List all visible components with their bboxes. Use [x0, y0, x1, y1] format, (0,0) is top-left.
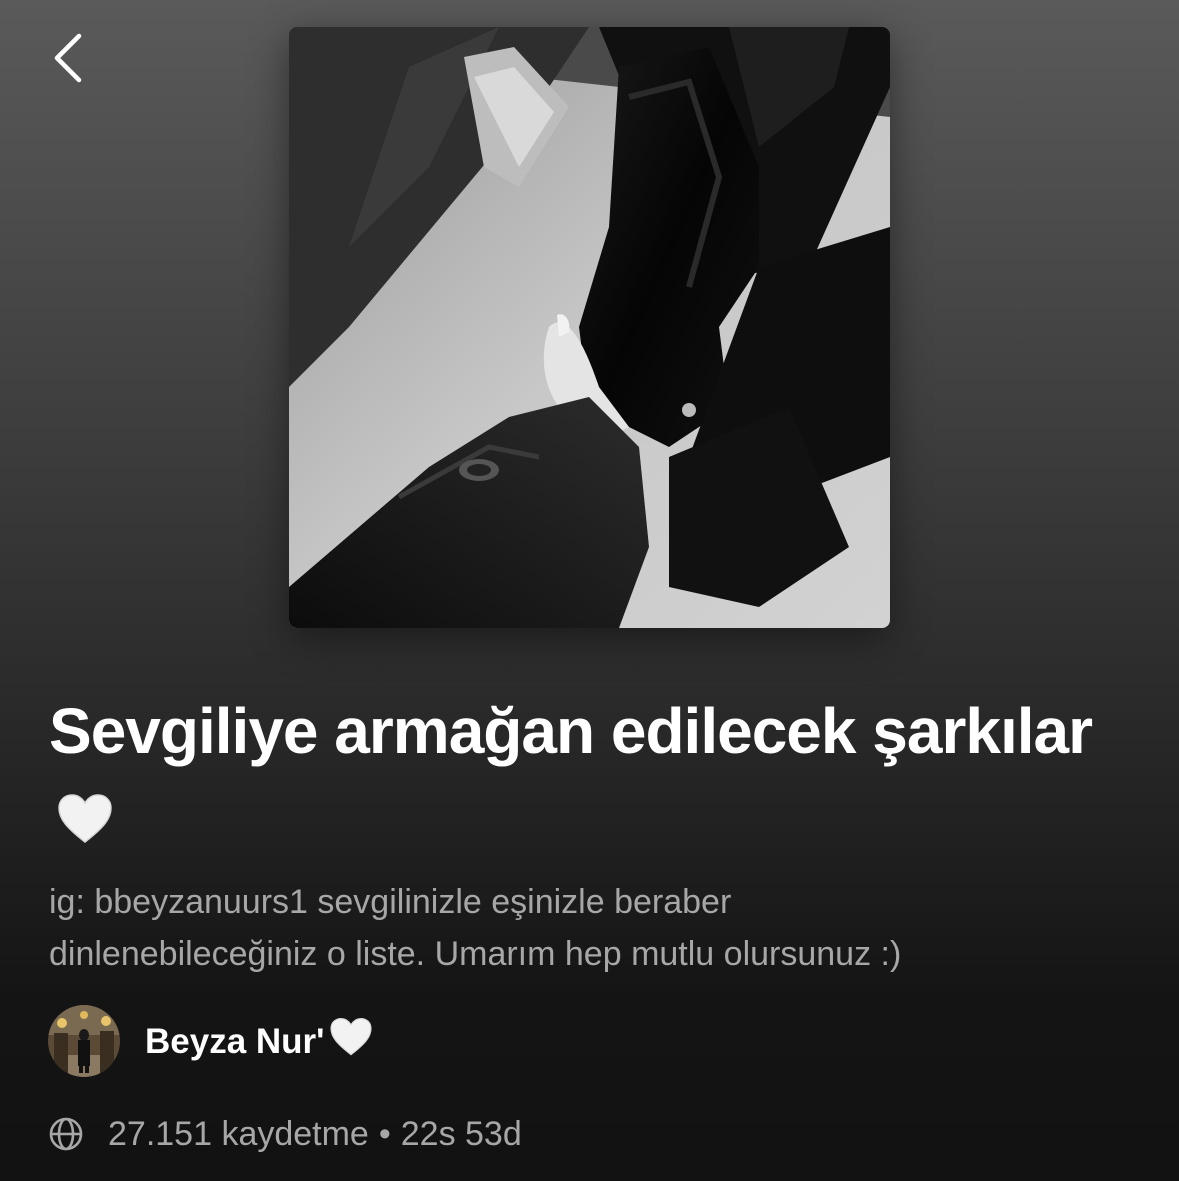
- playlist-cover-image: [289, 27, 890, 628]
- description-line-2: dinlenebileceğiniz o liste. Umarım hep m…: [49, 935, 902, 973]
- globe-icon: [48, 1116, 84, 1152]
- meta-separator: •: [378, 1114, 391, 1153]
- owner-heart-emoji: 🤍: [329, 1017, 373, 1066]
- playlist-title-text: Sevgiliye armağan edilecek şarkılar: [49, 695, 1093, 767]
- avatar: [48, 1005, 120, 1077]
- playlist-description: ig: bbeyzanuurs1 sevgilinizle eşinizle b…: [49, 876, 1109, 980]
- back-button[interactable]: [46, 28, 94, 88]
- description-line-1: ig: bbeyzanuurs1 sevgilinizle eşinizle b…: [49, 883, 732, 921]
- owner-name: Beyza Nur' 🤍: [145, 1017, 373, 1066]
- white-heart-emoji: 🤍: [57, 780, 113, 866]
- total-duration: 22s 53d: [400, 1114, 522, 1153]
- chevron-left-icon: [46, 28, 94, 88]
- owner-profile-link[interactable]: Beyza Nur' 🤍: [48, 1004, 373, 1078]
- owner-name-text: Beyza Nur': [145, 1021, 325, 1061]
- meta-text: 27.151 kaydetme • 22s 53d: [108, 1115, 522, 1154]
- playlist-meta: 27.151 kaydetme • 22s 53d: [48, 1112, 522, 1156]
- owner-heart-emoji-text: 🤍: [373, 1017, 374, 1018]
- saves-count: 27.151 kaydetme: [108, 1114, 369, 1153]
- white-heart-emoji-text: 🤍: [113, 780, 114, 781]
- playlist-title: Sevgiliye armağan edilecek şarkılar 🤍: [49, 688, 1129, 866]
